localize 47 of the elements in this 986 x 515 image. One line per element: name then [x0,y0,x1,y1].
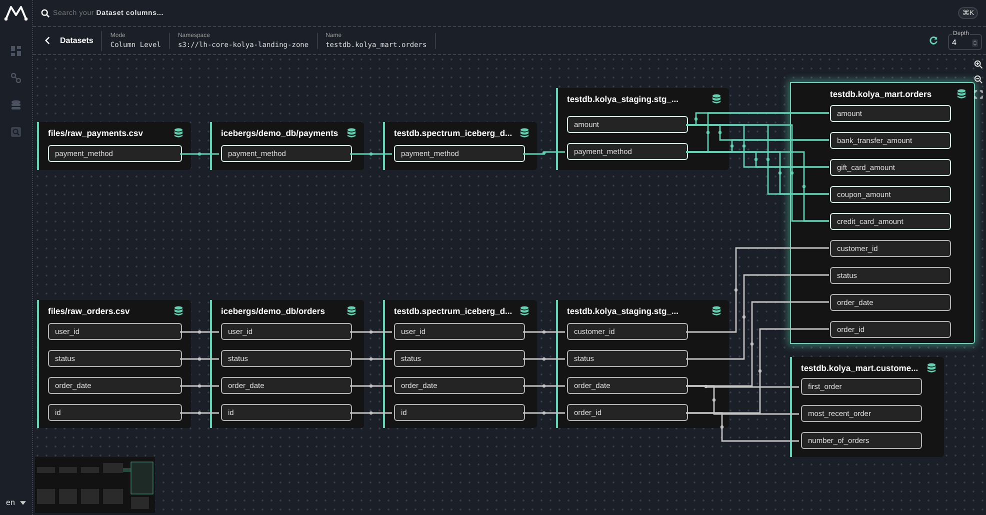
node-title: testdb.kolya_mart.orders [830,89,932,99]
lineage-edge [523,151,565,155]
lineage-edge [523,330,565,334]
fit-view-icon[interactable] [974,90,983,99]
lineage-edge [350,357,392,361]
lineage-edge [523,384,565,388]
node-title: testdb.kolya_staging.stg_... [567,94,678,104]
database-icon [347,128,356,138]
lineage-edge [180,357,219,361]
database-icon [520,306,529,316]
database-icon [174,128,183,138]
breadcrumb-title[interactable]: Datasets [60,30,102,50]
lineage-edge [350,384,392,388]
database-icon [957,89,966,99]
lineage-edge [350,330,392,334]
zoom-out-icon[interactable] [974,75,983,84]
lineage-edge [180,411,219,415]
node-title: icebergs/demo_db/orders [221,306,325,316]
caret-icon[interactable] [20,500,26,504]
database-icon [712,306,721,316]
database-icon [712,94,721,104]
lineage-edge [180,152,219,156]
lineage-edge [523,411,565,415]
node-title: files/raw_payments.csv [48,128,143,138]
lineage-edge [180,384,219,388]
node-title: testdb.kolya_staging.stg_... [567,306,678,316]
lineage-edge [523,357,565,361]
database-icon [520,128,529,138]
node-title: testdb.kolya_mart.custome... [801,363,918,373]
lineage-edge [180,330,219,334]
node-title: testdb.spectrum_iceberg_d... [394,306,512,316]
zoom-in-icon[interactable] [974,60,983,69]
nodes-icon[interactable] [11,73,21,83]
refresh-icon[interactable] [929,36,938,45]
search-icon [41,8,50,18]
lineage-edge [350,411,392,415]
logo-icon[interactable] [4,5,28,21]
language-label[interactable]: en [6,498,15,507]
node-title: files/raw_orders.csv [48,306,130,316]
node-title: testdb.spectrum_iceberg_d... [394,128,512,138]
database-icon [174,306,183,316]
node-title: icebergs/demo_db/payments [221,128,338,138]
lineage-edge [350,152,392,156]
database-icon [927,363,936,373]
chevron-left-icon [45,36,50,45]
spinner-icon[interactable] [972,38,978,46]
database-icon [347,306,356,316]
